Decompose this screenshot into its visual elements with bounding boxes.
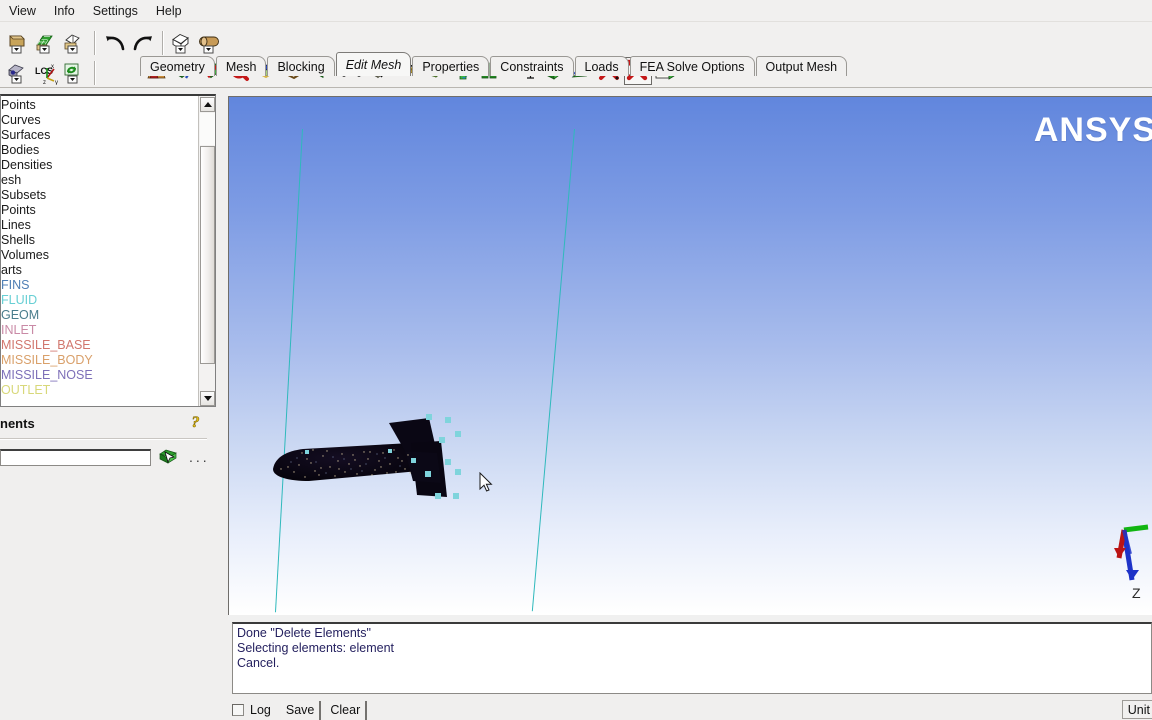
tree-item-missile-base[interactable]: MISSILE_BASE — [1, 338, 197, 353]
toolbar-separator-3 — [94, 61, 96, 85]
tab-mesh[interactable]: Mesh — [215, 56, 267, 76]
ansys-icem-cfd-window: View Info Settings Help LCS x y z Geomet… — [0, 0, 1152, 720]
left-panel: Points Curves Surfaces Bodies Densities esh Su… — [0, 90, 218, 720]
toolbar-area: LCS x y z Geometry Mesh Blocking Edit Me… — [0, 22, 1152, 88]
panel-title: nents — [0, 415, 35, 431]
model-tree[interactable]: Points Curves Surfaces Bodies Densities esh Su… — [0, 94, 216, 407]
tab-geometry[interactable]: Geometry — [140, 56, 215, 76]
save-settings-icon[interactable] — [6, 60, 32, 86]
panel-header: nents ? — [0, 410, 216, 436]
tree-item-surfaces[interactable]: Surfaces — [1, 128, 197, 143]
message-line: Done "Delete Elements" — [237, 626, 371, 640]
message-panel: Done "Delete Elements" Selecting element… — [228, 620, 1152, 720]
more-options-button[interactable]: ... — [189, 449, 210, 465]
tree-item-volumes[interactable]: Volumes — [1, 248, 197, 263]
tree-item-points[interactable]: Points — [1, 98, 197, 113]
tree-item-lines[interactable]: Lines — [1, 218, 197, 233]
message-toolbar: Log Save Clear — [232, 700, 371, 720]
menu-bar: View Info Settings Help — [0, 0, 1152, 22]
tree-item-outlet[interactable]: OUTLET — [1, 383, 197, 398]
select-elements-icon[interactable] — [159, 448, 178, 467]
menu-help[interactable]: Help — [147, 2, 191, 20]
menu-info[interactable]: Info — [45, 2, 84, 20]
tree-item-shells[interactable]: Shells — [1, 233, 197, 248]
unit-button[interactable]: Unit — [1121, 700, 1152, 719]
tree-item-curves[interactable]: Curves — [1, 113, 197, 128]
triad-z-label: Z — [1132, 585, 1141, 601]
svg-text:x: x — [51, 64, 54, 70]
svg-text:z: z — [43, 80, 46, 85]
scroll-up-arrow-icon[interactable] — [200, 97, 215, 112]
tree-item-mesh-points[interactable]: Points — [1, 203, 197, 218]
refresh-icon[interactable] — [62, 60, 88, 86]
log-checkbox[interactable] — [232, 704, 244, 716]
tab-strip: Geometry Mesh Blocking Edit Mesh Propert… — [140, 52, 848, 76]
selection-input[interactable] — [0, 448, 151, 466]
tab-loads[interactable]: Loads — [574, 56, 629, 76]
open-blocking-icon[interactable] — [62, 30, 88, 56]
tree-item-missile-body[interactable]: MISSILE_BODY — [1, 353, 197, 368]
save-log-button[interactable]: Save — [280, 700, 322, 720]
tree-item-bodies[interactable]: Bodies — [1, 143, 197, 158]
model-tree-list: Points Curves Surfaces Bodies Densities esh Su… — [1, 98, 197, 398]
open-mesh-icon[interactable] — [34, 30, 60, 56]
message-line: Cancel. — [237, 656, 280, 670]
tab-properties[interactable]: Properties — [412, 56, 490, 76]
message-line: Selecting elements: element — [237, 641, 395, 655]
toolbar-separator-1 — [94, 31, 96, 55]
panel-divider — [0, 438, 207, 440]
missile-mesh-model[interactable] — [269, 409, 479, 504]
domain-boundary-line — [274, 128, 303, 613]
message-log[interactable]: Done "Delete Elements" Selecting element… — [232, 622, 1152, 694]
menu-view[interactable]: View — [0, 2, 45, 20]
axis-triad: Z — [1110, 518, 1150, 603]
tree-item-geom[interactable]: GEOM — [1, 308, 197, 323]
tree-item-inlet[interactable]: INLET — [1, 323, 197, 338]
tree-item-subsets[interactable]: Subsets — [1, 188, 197, 203]
scroll-down-arrow-icon[interactable] — [200, 391, 215, 406]
svg-text:?: ? — [192, 414, 200, 431]
ansys-logo: ANSYS — [1033, 111, 1152, 149]
tree-item-missile-nose[interactable]: MISSILE_NOSE — [1, 368, 197, 383]
tab-edit-mesh[interactable]: Edit Mesh — [335, 52, 412, 76]
tab-output-mesh[interactable]: Output Mesh — [755, 56, 848, 76]
menu-settings[interactable]: Settings — [84, 2, 147, 20]
svg-text:y: y — [55, 80, 58, 85]
tab-blocking[interactable]: Blocking — [267, 56, 335, 76]
selection-row: ... — [0, 445, 216, 469]
tree-item-mesh[interactable]: esh — [1, 173, 197, 188]
domain-boundary-line — [531, 128, 575, 612]
tree-item-parts[interactable]: arts — [1, 263, 197, 278]
tree-item-fins[interactable]: FINS — [1, 278, 197, 293]
tab-fea-solve-options[interactable]: FEA Solve Options — [629, 56, 755, 76]
graphics-viewport[interactable]: ANSYS Z — [228, 96, 1152, 615]
model-tree-scrollbar[interactable] — [198, 96, 215, 406]
clear-log-button[interactable]: Clear — [325, 700, 368, 720]
scrollbar-thumb[interactable] — [200, 146, 215, 364]
help-question-icon[interactable]: ? — [190, 413, 208, 433]
panel-splitter[interactable] — [218, 90, 228, 720]
open-geometry-icon[interactable] — [6, 30, 32, 56]
undo-icon[interactable] — [102, 30, 128, 56]
tree-item-densities[interactable]: Densities — [1, 158, 197, 173]
lcs-axes-icon[interactable]: LCS x y z — [34, 60, 60, 86]
log-checkbox-label: Log — [250, 703, 271, 717]
tree-item-fluid[interactable]: FLUID — [1, 293, 197, 308]
tab-constraints[interactable]: Constraints — [490, 56, 574, 76]
scrollbar-track[interactable] — [200, 113, 215, 145]
mouse-pointer — [479, 471, 493, 494]
